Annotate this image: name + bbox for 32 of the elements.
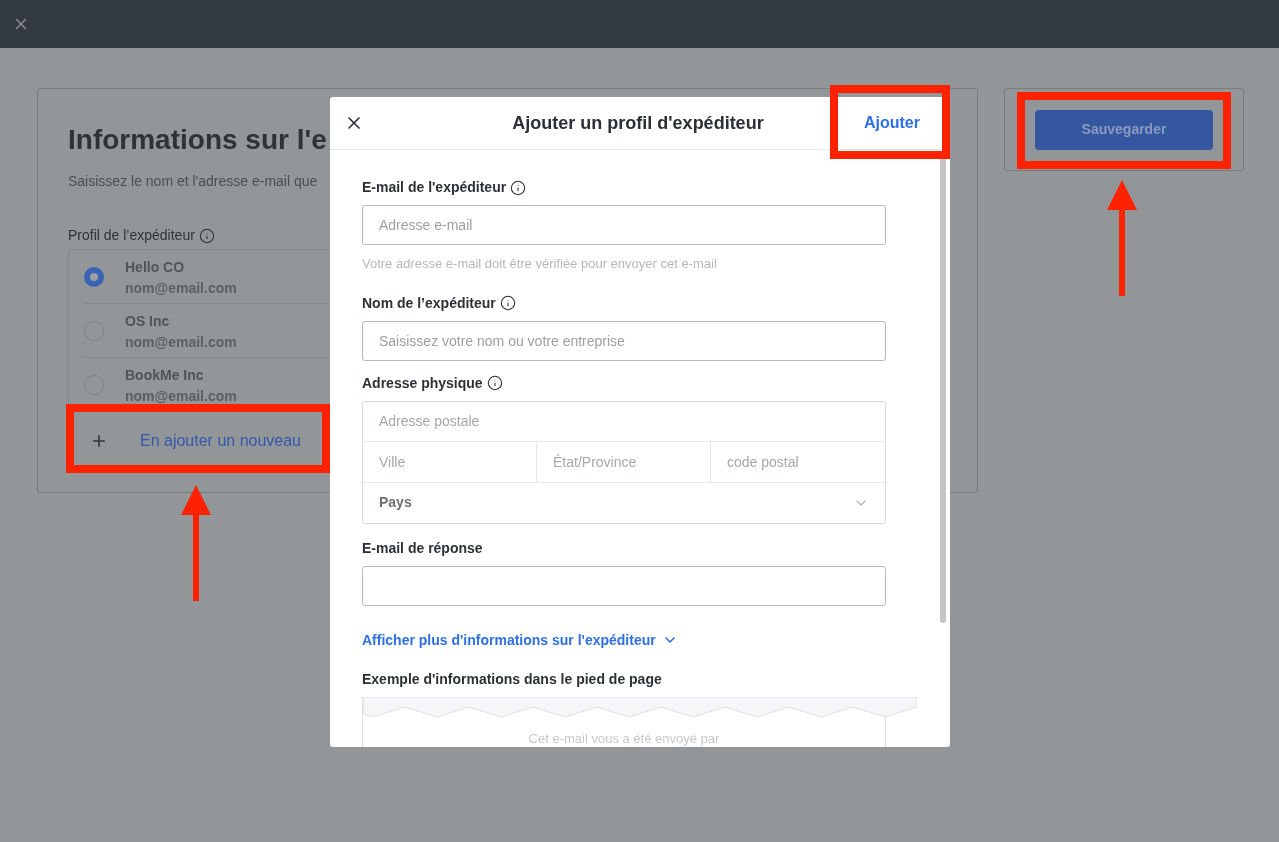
- modal-title: Ajouter un profil d'expéditeur: [512, 111, 764, 135]
- field-label: E-mail de réponse: [362, 538, 483, 558]
- show-more-link[interactable]: Afficher plus d'informations sur l'expéditeur: [362, 629, 678, 651]
- profile-name: Hello CO: [125, 258, 186, 277]
- city-field[interactable]: Ville: [363, 441, 537, 482]
- add-new-button[interactable]: En ajouter un nouveau: [84, 412, 301, 470]
- postal-code-field[interactable]: code postal: [711, 441, 885, 482]
- state-field[interactable]: État/Province: [537, 441, 711, 482]
- preview-text: Cet e-mail vous a été envoyé par: [527, 729, 721, 747]
- field-label: Profil de l’expéditeur: [68, 226, 195, 245]
- name-field[interactable]: Saisissez votre nom ou votre entreprise: [362, 320, 886, 361]
- add-button[interactable]: Ajouter: [864, 111, 936, 135]
- profile-name: OS Inc: [125, 312, 171, 331]
- profile-email: nom@email.com: [125, 280, 237, 296]
- info-icon[interactable]: [510, 179, 527, 196]
- profile-email: nom@email.com: [125, 388, 237, 404]
- save-button[interactable]: Sauvegarder: [1035, 109, 1213, 150]
- field-label: Exemple d'informations dans le pied de page: [362, 669, 662, 689]
- info-icon[interactable]: [486, 375, 503, 391]
- page-title: Informations sur l'e: [68, 123, 327, 157]
- address-group[interactable]: Adresse postale Ville État/Province code postal Pays: [362, 400, 886, 524]
- country-select[interactable]: Pays: [363, 482, 885, 523]
- email-field[interactable]: Adresse e-mail: [362, 205, 886, 245]
- page-subtitle: Saisissez le nom et l'adresse e-mail que: [68, 172, 318, 191]
- profile-email: nom@email.com: [125, 334, 237, 350]
- field-label: E-mail de l'expéditeur: [362, 178, 507, 197]
- reply-email-field[interactable]: [362, 565, 886, 606]
- profile-name: BookMe Inc: [125, 366, 205, 385]
- plus-icon: [90, 432, 108, 450]
- radio-button[interactable]: [84, 266, 104, 287]
- info-icon[interactable]: [499, 295, 516, 311]
- street-field[interactable]: Adresse postale: [363, 401, 885, 442]
